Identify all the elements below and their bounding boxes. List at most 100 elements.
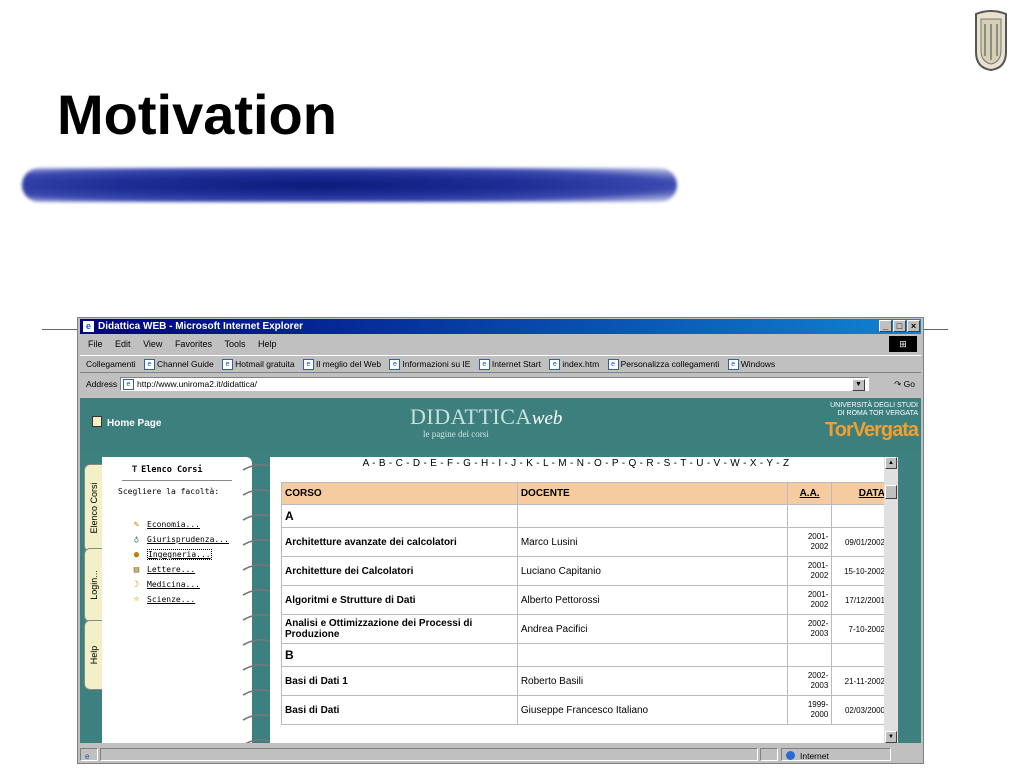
book-icon: ▤ [133, 565, 140, 575]
browser-window: e Didattica WEB - Microsoft Internet Exp… [77, 317, 924, 764]
university-logo: UNIVERSITÀ DEGLI STUDI DI ROMA TOR VERGA… [825, 402, 919, 441]
university-emblem-icon [975, 10, 1007, 72]
notebook-spiral-binding [242, 463, 270, 743]
faculty-lettere[interactable]: ▤ Lettere... [132, 563, 229, 578]
table-row[interactable]: Analisi e Ottimizzazione dei Processi di… [281, 614, 889, 644]
panel-divider [122, 480, 232, 481]
faculty-medicina[interactable]: ☽ Medicina... [132, 578, 229, 593]
ie-page-icon: e [303, 359, 314, 371]
ie-page-icon: e [389, 359, 401, 371]
go-arrow-icon: ↷ [894, 379, 902, 389]
letter-row: B [281, 643, 889, 667]
didattica-web-logo: DIDATTICAweb le pagine dei corsi [410, 404, 563, 439]
gear-icon: ● [133, 550, 140, 560]
link-meglio-web[interactable]: e Il meglio del Web [303, 359, 381, 371]
link-windows[interactable]: e Windows [727, 359, 775, 371]
ie-page-icon: e [549, 359, 561, 371]
link-informazioni-ie[interactable]: e Informazioni su IE [389, 359, 470, 371]
tab-help[interactable]: Help [84, 620, 104, 690]
header-corso: CORSO [281, 482, 518, 505]
ie-page-icon: e [222, 359, 234, 371]
site-header: Home Page DIDATTICAweb le pagine dei cor… [80, 398, 921, 453]
scales-icon: ♁ [133, 535, 140, 545]
ie-page-icon: e [607, 359, 619, 371]
faculty-scienze[interactable]: ☼ Scienze... [132, 593, 229, 608]
panel-subtitle: Scegliere la facoltà: [118, 487, 220, 496]
header-aa-sort-link[interactable]: A.A. [786, 482, 833, 505]
menu-view[interactable]: View [143, 339, 162, 349]
table-row[interactable]: Algoritmi e Strutture di Dati Alberto Pe… [281, 585, 889, 615]
window-title-bar[interactable]: e Didattica WEB - Microsoft Internet Exp… [80, 319, 921, 334]
link-index[interactable]: e index.htm [549, 359, 599, 371]
ie-page-icon: e [123, 379, 134, 390]
link-internet-start[interactable]: e Internet Start [478, 359, 541, 371]
links-label: Collegamenti [86, 359, 136, 369]
windows-logo-icon: ⊞ [889, 336, 917, 352]
window-controls: _ □ × [879, 320, 920, 332]
table-header-row: CORSO DOCENTE A.A. DATA [281, 482, 889, 505]
menu-tools[interactable]: Tools [224, 339, 245, 349]
menu-help[interactable]: Help [258, 339, 277, 349]
table-row[interactable]: Basi di Dati 1 Roberto Basili 2002- 2003 … [281, 666, 889, 696]
home-icon [92, 416, 102, 427]
letter-row: A [281, 504, 889, 528]
ie-logo-icon: e [83, 321, 94, 332]
divider-right [924, 329, 948, 330]
link-personalizza[interactable]: e Personalizza collegamenti [607, 359, 719, 371]
faculty-ingegneria[interactable]: ● Ingegneria... [132, 548, 229, 563]
menu-file[interactable]: File [88, 339, 103, 349]
status-progress [760, 748, 778, 761]
link-hotmail[interactable]: e Hotmail gratuita [222, 359, 295, 371]
didattica-website: Home Page DIDATTICAweb le pagine dei cor… [80, 398, 921, 743]
brand-tagline: le pagine dei corsi [423, 429, 489, 439]
address-label: Address [86, 379, 118, 389]
faculty-economia[interactable]: ✎ Economia... [132, 518, 229, 533]
alphabet-index[interactable]: A - B - C - D - E - F - G - H - I - J - … [270, 458, 882, 469]
pushpin-icon: ₮ [132, 465, 138, 475]
vertical-scrollbar[interactable]: ▲ ▼ [884, 457, 898, 743]
menu-bar: File Edit View Favorites Tools Help ⊞ [80, 335, 921, 353]
pencil-note-icon: ✎ [133, 520, 140, 530]
sun-icon: ☼ [133, 595, 140, 605]
page-status-icon: e [80, 748, 98, 761]
slide-title: Motivation [57, 83, 337, 146]
header-data-sort-link[interactable]: DATA [831, 482, 889, 505]
globe-icon [786, 751, 795, 760]
scroll-thumb[interactable] [885, 485, 897, 499]
medicine-icon: ☽ [133, 580, 140, 590]
menu-favorites[interactable]: Favorites [175, 339, 212, 349]
course-content-area: A - B - C - D - E - F - G - H - I - J - … [270, 457, 898, 743]
tab-login[interactable]: Login... [84, 548, 104, 622]
faculty-list: ✎ Economia... ♁ Giurisprudenza... ● Ingegne… [132, 518, 229, 608]
panel-title: ₮ Elenco Corsi [132, 465, 203, 475]
table-row[interactable]: Architetture dei Calcolatori Luciano Cap… [281, 556, 889, 586]
scroll-down-button[interactable]: ▼ [885, 731, 897, 743]
close-button[interactable]: × [907, 320, 920, 332]
address-input[interactable]: e http://www.uniroma2.it/didattica/ ▼ [120, 377, 869, 391]
faculty-giurisprudenza[interactable]: ♁ Giurisprudenza... [132, 533, 229, 548]
address-bar: Address e http://www.uniroma2.it/didatti… [80, 375, 921, 393]
home-page-link[interactable]: Home Page [92, 416, 161, 429]
address-dropdown-button[interactable]: ▼ [852, 379, 865, 391]
window-title: Didattica WEB - Microsoft Internet Explo… [98, 321, 304, 332]
maximize-button[interactable]: □ [893, 320, 906, 332]
status-text [100, 748, 758, 761]
table-row[interactable]: Basi di Dati Giuseppe Francesco Italiano… [281, 695, 889, 725]
address-url: http://www.uniroma2.it/didattica/ [137, 379, 258, 389]
link-channel-guide[interactable]: e Channel Guide [144, 359, 214, 371]
links-toolbar: Collegamenti e Channel Guide e Hotmail gra… [80, 355, 921, 373]
header-docente: DOCENTE [516, 482, 788, 505]
minimize-button[interactable]: _ [879, 320, 892, 332]
scroll-up-button[interactable]: ▲ [885, 457, 897, 469]
tab-elenco-corsi[interactable]: Elenco Corsi [84, 464, 104, 552]
table-row[interactable]: Architetture avanzate dei calcolatori Ma… [281, 527, 889, 557]
divider-left [42, 329, 77, 330]
status-bar: e Internet [80, 748, 921, 762]
menu-edit[interactable]: Edit [115, 339, 131, 349]
title-underline-decoration [22, 168, 677, 202]
ie-page-icon: e [478, 359, 490, 371]
security-zone: Internet [781, 748, 891, 761]
go-button[interactable]: ↷ Go [894, 375, 915, 393]
ie-page-icon: e [144, 359, 155, 371]
courses-table: CORSO DOCENTE A.A. DATA A Architetture a… [281, 482, 889, 725]
